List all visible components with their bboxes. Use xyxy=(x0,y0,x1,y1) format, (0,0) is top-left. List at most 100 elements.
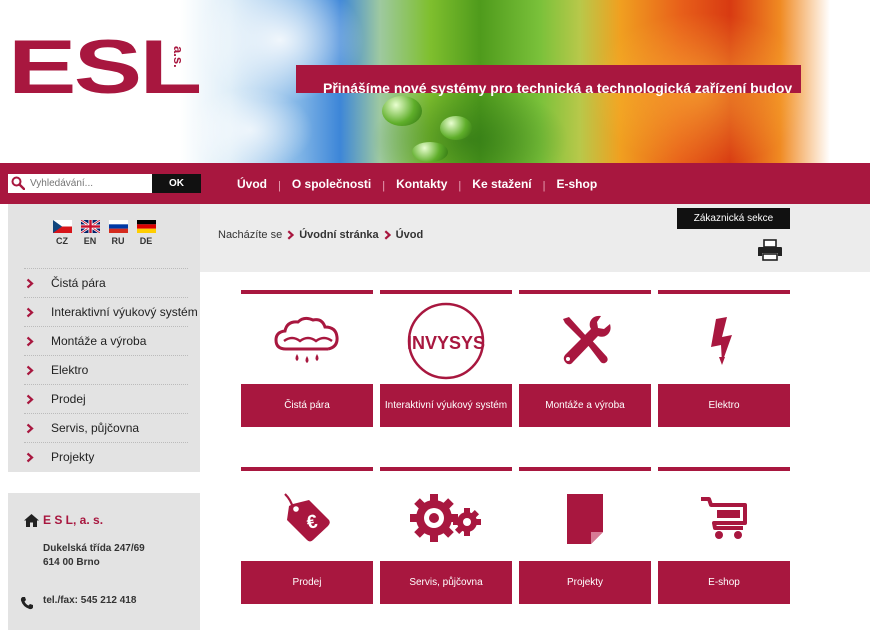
sidebar-item-label: Servis, půjčovna xyxy=(51,421,140,435)
sidebar-item-cista-para[interactable]: Čistá pára xyxy=(24,268,188,297)
tile-icon-box: INVYSYS xyxy=(380,298,512,384)
breadcrumb-current: Úvod xyxy=(395,229,424,241)
chevron-right-icon xyxy=(26,336,34,347)
nav-separator: | xyxy=(278,179,281,192)
sidebar-item-label: Prodej xyxy=(51,392,86,406)
nav-item-eshop[interactable]: E-shop xyxy=(557,177,598,191)
tile-icon-box xyxy=(658,298,790,384)
search-button[interactable]: OK xyxy=(152,174,201,193)
sidebar-item-label: Elektro xyxy=(51,363,89,377)
flag-ru-icon xyxy=(108,220,128,233)
sidebar-item-montaze[interactable]: Montáže a výroba xyxy=(24,326,188,355)
water-drop xyxy=(412,142,448,162)
tile-cista-para[interactable]: Čistá pára xyxy=(241,290,373,427)
tile-label: Čistá pára xyxy=(241,384,373,427)
breadcrumb-prefix: Nacházíte se xyxy=(218,229,283,241)
company-logo[interactable]: ESL a.s. xyxy=(8,30,202,106)
tile-icon-box xyxy=(658,475,790,561)
tile-label: Montáže a výroba xyxy=(519,384,651,427)
flag-cz-icon xyxy=(52,220,72,233)
document-icon xyxy=(567,494,603,544)
address-street: Dukelská třída 247/69 xyxy=(43,543,145,554)
flag-de-icon xyxy=(136,220,156,233)
company-name: E S L, a. s. xyxy=(43,513,104,527)
lightning-icon xyxy=(711,317,732,365)
nav-item-kontakty[interactable]: Kontakty xyxy=(396,177,447,191)
invysys-logo-icon: INVYSYS xyxy=(407,302,485,380)
main-nav: Úvod | O společnosti | Kontakty | Ke sta… xyxy=(237,163,597,204)
sidebar-item-servis[interactable]: Servis, půjčovna xyxy=(24,413,188,442)
breadcrumb: Nacházíte se Úvodní stránka Úvod xyxy=(218,229,423,241)
sidebar-item-label: Interaktivní výukový systém xyxy=(51,305,198,319)
tile-label: Interaktivní výukový systém xyxy=(380,384,512,427)
lang-label: DE xyxy=(139,236,153,246)
logo-suffix: a.s. xyxy=(171,46,186,68)
price-tag-icon: € xyxy=(284,493,330,542)
phone-icon xyxy=(20,597,33,610)
sidebar-menu: Čistá pára Interaktivní výukový systém M… xyxy=(24,268,198,471)
chevron-right-icon xyxy=(26,307,34,318)
chevron-right-icon xyxy=(26,278,34,289)
tile-montaze[interactable]: Montáže a výroba xyxy=(519,290,651,427)
tools-icon xyxy=(563,315,611,365)
nav-separator: | xyxy=(382,179,386,192)
lang-label: EN xyxy=(83,236,97,246)
sidebar-item-invysys[interactable]: Interaktivní výukový systém xyxy=(24,297,198,326)
language-switcher: CZ EN RU DE xyxy=(52,220,156,246)
tile-icon-box xyxy=(519,475,651,561)
tile-prodej[interactable]: € Prodej xyxy=(241,467,373,604)
tile-elektro[interactable]: Elektro xyxy=(658,290,790,427)
lang-en[interactable]: EN xyxy=(80,220,100,246)
nav-item-uvod[interactable]: Úvod xyxy=(237,177,267,191)
tile-label: E-shop xyxy=(658,561,790,604)
sidebar-item-projekty[interactable]: Projekty xyxy=(24,442,188,471)
lang-label: RU xyxy=(111,236,125,246)
tile-label: Projekty xyxy=(519,561,651,604)
nav-separator: | xyxy=(542,179,546,192)
search-icon xyxy=(11,176,25,190)
address-city: 614 00 Brno xyxy=(43,557,100,568)
phone-number: tel./fax: 545 212 418 xyxy=(43,595,137,606)
lang-cz[interactable]: CZ xyxy=(52,220,72,246)
tile-label: Prodej xyxy=(241,561,373,604)
sidebar-item-label: Projekty xyxy=(51,450,95,464)
chevron-right-icon xyxy=(26,423,34,434)
tile-label: Elektro xyxy=(658,384,790,427)
slogan-text: Přinášíme nové systémy pro technická a t… xyxy=(323,80,793,96)
tile-invysys[interactable]: INVYSYS Interaktivní výukový systém xyxy=(380,290,512,427)
tile-eshop[interactable]: E-shop xyxy=(658,467,790,604)
steam-cloud-icon xyxy=(274,316,339,363)
customer-section-button[interactable]: Zákaznická sekce xyxy=(677,208,790,229)
sidebar-item-label: Čistá pára xyxy=(51,276,106,290)
sidebar-item-label: Montáže a výroba xyxy=(51,334,147,348)
lang-de[interactable]: DE xyxy=(136,220,156,246)
home-icon xyxy=(24,514,39,527)
tile-projekty[interactable]: Projekty xyxy=(519,467,651,604)
gears-icon xyxy=(410,494,481,542)
breadcrumb-home-link[interactable]: Úvodní stránka xyxy=(299,229,378,241)
chevron-right-icon xyxy=(26,394,34,405)
flag-uk-icon xyxy=(80,220,100,233)
tile-icon-box xyxy=(380,475,512,561)
nav-separator: | xyxy=(458,179,462,192)
sidebar-item-elektro[interactable]: Elektro xyxy=(24,355,188,384)
lang-label: CZ xyxy=(56,236,68,246)
nav-item-ke-stazeni[interactable]: Ke stažení xyxy=(472,177,531,191)
search-input[interactable] xyxy=(30,174,152,193)
invysys-logo-text: INVYSYS xyxy=(407,333,485,353)
chevron-right-icon xyxy=(26,452,34,463)
tile-label: Servis, půjčovna xyxy=(380,561,512,604)
cart-icon xyxy=(701,497,747,539)
lang-ru[interactable]: RU xyxy=(108,220,128,246)
tile-icon-box xyxy=(519,298,651,384)
water-drop xyxy=(440,116,472,140)
tile-icon-box xyxy=(241,298,373,384)
chevron-right-icon xyxy=(384,230,391,240)
chevron-right-icon xyxy=(26,365,34,376)
tile-icon-box: € xyxy=(241,475,373,561)
tile-servis[interactable]: Servis, půjčovna xyxy=(380,467,512,604)
print-icon[interactable] xyxy=(757,239,783,261)
nav-item-o-spolecnosti[interactable]: O společnosti xyxy=(292,177,371,191)
sidebar-item-prodej[interactable]: Prodej xyxy=(24,384,188,413)
chevron-right-icon xyxy=(287,230,295,240)
